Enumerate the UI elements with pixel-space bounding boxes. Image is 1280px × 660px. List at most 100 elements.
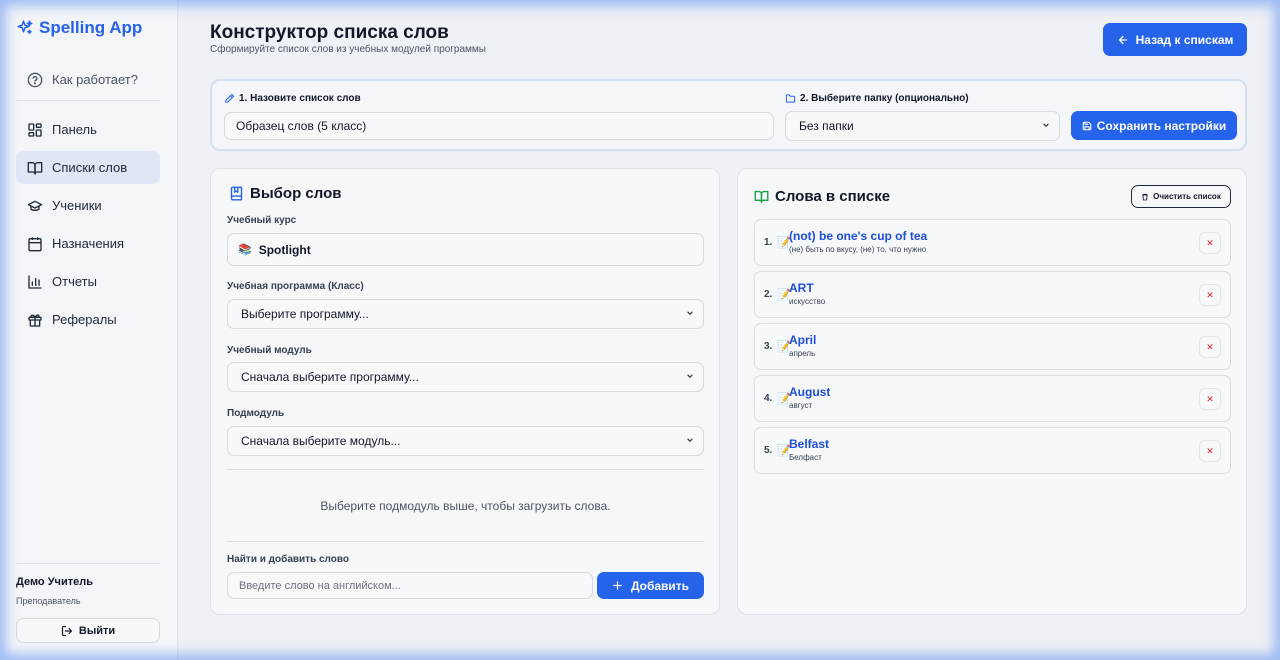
sidebar-item-students[interactable]: Ученики: [16, 189, 160, 222]
word-list-item: 2. 📝 ART искусство ✕: [754, 271, 1231, 318]
sidebar-item-assignments[interactable]: Назначения: [16, 227, 160, 260]
word-english: (not) be one's cup of tea: [789, 229, 928, 243]
close-icon: ✕: [1206, 445, 1214, 456]
list-name-label: 1. Назовите список слов: [224, 93, 361, 104]
close-icon: ✕: [1206, 341, 1214, 352]
word-number: 2.: [764, 289, 773, 300]
graduation-cap-icon: [27, 200, 43, 211]
word-number: 5.: [764, 445, 773, 456]
divider: [16, 563, 160, 564]
course-field[interactable]: 📚 Spotlight: [227, 233, 704, 266]
word-list-panel: Слова в списке Очистить список 1. 📝 (not…: [737, 168, 1247, 615]
word-translation: (не) быть по вкусу, (не) то, что нужно: [789, 245, 927, 254]
sidebar-item-label: Панель: [52, 122, 97, 137]
sidebar-item-dashboard[interactable]: Панель: [16, 113, 160, 146]
program-label: Учебная программа (Класс): [227, 281, 364, 292]
chevron-down-icon: [1043, 123, 1049, 128]
add-word-button[interactable]: Добавить: [597, 572, 704, 599]
folder-select[interactable]: Без папки: [785, 111, 1060, 141]
remove-word-button[interactable]: ✕: [1199, 336, 1221, 358]
book-open-icon: [27, 161, 43, 175]
gift-icon: [28, 314, 42, 327]
remove-word-button[interactable]: ✕: [1199, 284, 1221, 306]
word-list-title: Слова в списке: [754, 188, 890, 205]
sidebar-item-reports[interactable]: Отчеты: [16, 265, 160, 298]
word-translation: август: [789, 401, 813, 410]
user-role: Преподаватель: [16, 596, 81, 606]
sidebar: Spelling App Как работает? Панель Списки…: [0, 0, 178, 660]
page-subtitle: Сформируйте список слов из учебных модул…: [210, 44, 486, 55]
word-number: 3.: [764, 341, 773, 352]
submodule-label: Подмодуль: [227, 408, 285, 419]
word-translation: искусство: [789, 297, 826, 306]
word-number: 4.: [764, 393, 773, 404]
program-select[interactable]: Выберите программу...: [227, 299, 704, 329]
chevron-down-icon: [687, 374, 693, 379]
calendar-icon: [28, 236, 42, 251]
word-selection-panel: Выбор слов Учебный курс 📚 Spotlight Учеб…: [210, 168, 720, 615]
sidebar-item-label: Ученики: [52, 198, 102, 213]
divider: [227, 469, 704, 470]
sidebar-item-label: Отчеты: [52, 274, 97, 289]
books-icon: 📚: [238, 244, 252, 256]
bar-chart-icon: [28, 274, 42, 289]
close-icon: ✕: [1206, 237, 1214, 248]
help-circle-icon: [27, 72, 43, 87]
app-name: Spelling App: [39, 18, 143, 37]
log-out-icon: [61, 625, 72, 636]
folder-label: 2. Выберите папку (опционально): [785, 93, 969, 104]
list-settings-card: 1. Назовите список слов Образец слов (5 …: [210, 79, 1247, 151]
word-list-item: 4. 📝 August август ✕: [754, 375, 1231, 422]
empty-state-message: Выберите подмодуль выше, чтобы загрузить…: [320, 499, 611, 513]
word-english: Belfast: [789, 437, 830, 451]
folder-icon: [785, 94, 796, 103]
close-icon: ✕: [1206, 289, 1214, 300]
divider: [227, 541, 704, 542]
chevron-down-icon: [687, 311, 693, 316]
trash-icon: [1142, 193, 1149, 200]
word-english: August: [789, 385, 831, 399]
page-title: Конструктор списка слов: [210, 22, 449, 43]
clear-list-button[interactable]: Очистить список: [1131, 185, 1231, 208]
book-open-icon: [754, 190, 769, 203]
sidebar-item-label: Рефералы: [52, 312, 117, 327]
help-link[interactable]: Как работает?: [16, 63, 160, 96]
module-select[interactable]: Сначала выберите программу...: [227, 362, 704, 392]
remove-word-button[interactable]: ✕: [1199, 440, 1221, 462]
dashboard-icon: [28, 122, 42, 137]
word-translation: апрель: [789, 349, 816, 358]
chevron-down-icon: [687, 438, 693, 443]
remove-word-button[interactable]: ✕: [1199, 232, 1221, 254]
help-label: Как работает?: [52, 72, 138, 87]
back-button-label: Назад к спискам: [1135, 32, 1234, 47]
word-search-input[interactable]: Введите слово на английском...: [227, 572, 593, 599]
word-selection-title: Выбор слов: [229, 185, 341, 202]
sidebar-item-referrals[interactable]: Рефералы: [16, 303, 160, 336]
submodule-select[interactable]: Сначала выберите модуль...: [227, 426, 704, 456]
word-english: ART: [789, 281, 814, 295]
list-name-input[interactable]: Образец слов (5 класс): [224, 112, 774, 140]
logout-label: Выйти: [78, 624, 116, 637]
course-label: Учебный курс: [227, 215, 297, 226]
word-list-item: 5. 📝 Belfast Белфаст ✕: [754, 427, 1231, 474]
course-value: Spotlight: [258, 242, 311, 257]
user-name: Демо Учитель: [16, 576, 93, 588]
word-list-item: 1. 📝 (not) be one's cup of tea (не) быть…: [754, 219, 1231, 266]
sidebar-item-word-lists[interactable]: Списки слов: [16, 151, 160, 184]
save-settings-button[interactable]: Сохранить настройки: [1071, 111, 1237, 140]
word-translation: Белфаст: [789, 453, 822, 462]
word-list-item: 3. 📝 April апрель ✕: [754, 323, 1231, 370]
logout-button[interactable]: Выйти: [16, 618, 160, 643]
sparkles-icon: [17, 20, 33, 34]
sidebar-item-label: Списки слов: [52, 160, 128, 175]
module-label: Учебный модуль: [227, 345, 312, 356]
app-logo[interactable]: Spelling App: [16, 18, 142, 38]
search-label: Найти и добавить слово: [227, 554, 350, 565]
back-to-lists-button[interactable]: Назад к спискам: [1103, 23, 1247, 56]
pencil-icon: [225, 93, 235, 103]
divider: [16, 100, 160, 101]
arrow-left-icon: [1118, 35, 1127, 44]
remove-word-button[interactable]: ✕: [1199, 388, 1221, 410]
plus-icon: [613, 581, 622, 590]
close-icon: ✕: [1206, 393, 1214, 404]
